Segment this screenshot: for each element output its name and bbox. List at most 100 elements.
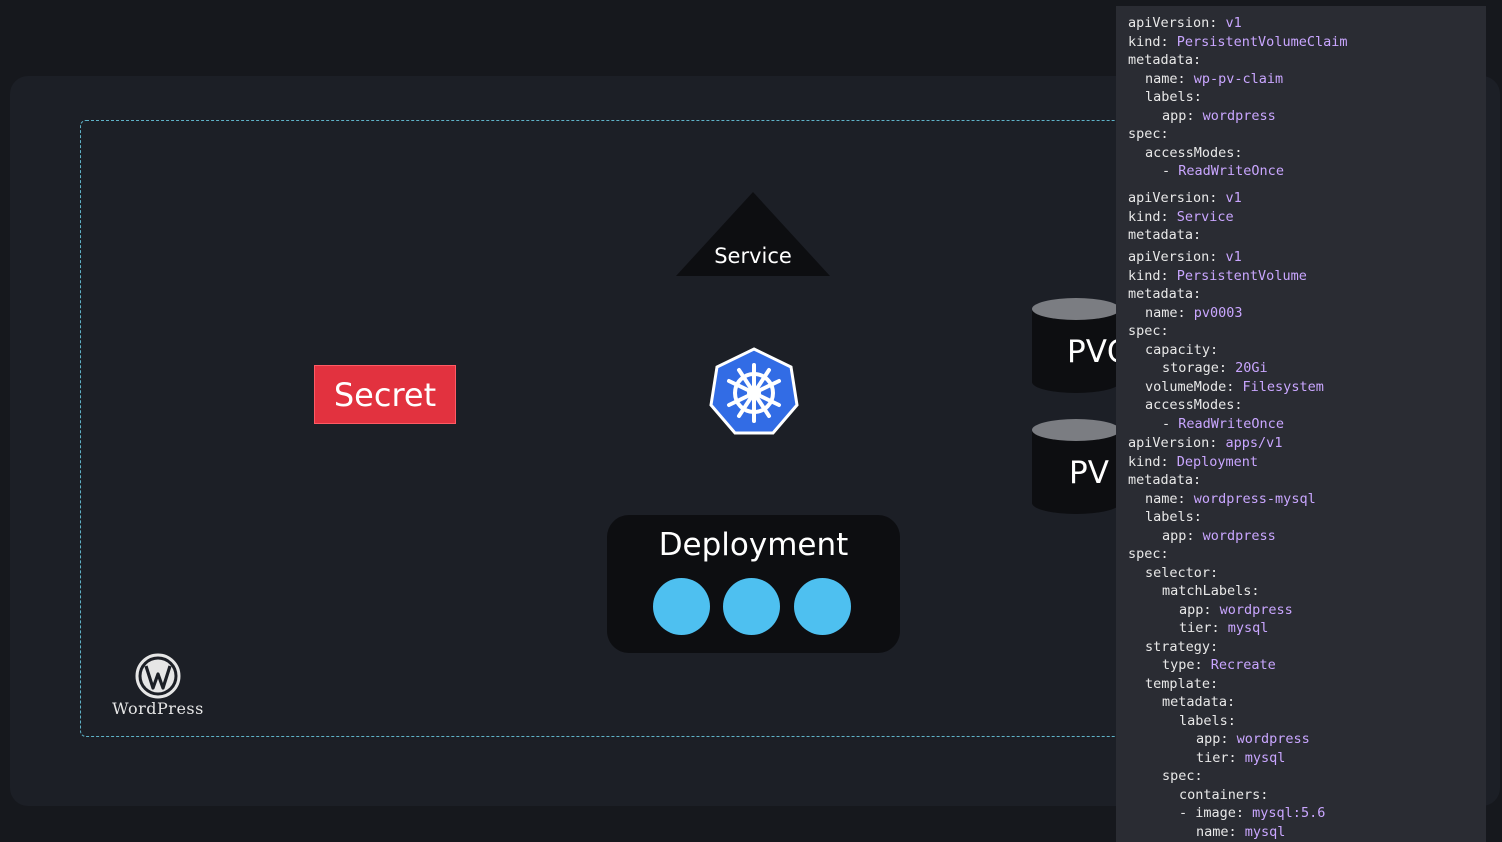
yaml-value: PersistentVolume xyxy=(1176,267,1307,284)
yaml-line: app: wordpress xyxy=(1179,601,1293,619)
yaml-value: wordpress xyxy=(1236,731,1310,747)
yaml-key: kind: xyxy=(1128,453,1169,470)
yaml-line: metadata: xyxy=(1162,693,1235,711)
yaml-key: name: xyxy=(1145,490,1186,507)
yaml-line: tier: mysql xyxy=(1196,749,1285,767)
yaml-key: app: xyxy=(1196,731,1229,747)
yaml-key: kind: xyxy=(1128,267,1169,284)
yaml-line: app: wordpress xyxy=(1162,107,1276,125)
yaml-key: app: xyxy=(1179,601,1212,618)
yaml-line: metadata: xyxy=(1128,226,1201,244)
cluster-boundary xyxy=(80,120,1140,737)
yaml-line: metadata: xyxy=(1128,285,1201,303)
yaml-value: wordpress xyxy=(1202,107,1276,124)
yaml-key: metadata: xyxy=(1128,227,1202,243)
yaml-line: kind: PersistentVolumeClaim xyxy=(1128,33,1347,51)
yaml-value: Recreate xyxy=(1210,657,1276,673)
yaml-key: - image: xyxy=(1179,805,1245,821)
wordpress-logo: WordPress xyxy=(106,652,210,720)
deployment-node: Deployment xyxy=(607,515,900,653)
yaml-key: metadata: xyxy=(1128,52,1202,68)
yaml-key: tier: xyxy=(1196,749,1237,766)
yaml-key: app: xyxy=(1162,107,1195,124)
yaml-value: wordpress xyxy=(1202,527,1276,544)
yaml-key: labels: xyxy=(1179,712,1236,729)
yaml-line: matchLabels: xyxy=(1162,582,1260,600)
yaml-line: spec: xyxy=(1162,767,1203,785)
yaml-line: capacity: xyxy=(1145,341,1218,359)
yaml-key: accessModes: xyxy=(1145,144,1243,161)
yaml-key: template: xyxy=(1145,675,1219,692)
yaml-line: accessModes: xyxy=(1145,144,1243,162)
yaml-value: mysql xyxy=(1227,620,1269,636)
yaml-line: labels: xyxy=(1179,712,1236,730)
yaml-key: kind: xyxy=(1128,33,1169,50)
yaml-value: apps/v1 xyxy=(1225,435,1283,451)
yaml-line: metadata: xyxy=(1128,51,1201,69)
service-node: Service xyxy=(676,192,830,278)
pvc-cylinder: PVC xyxy=(1031,296,1129,394)
yaml-value: v1 xyxy=(1225,249,1242,265)
yaml-value: 20Gi xyxy=(1235,360,1268,376)
yaml-value: wp-pv-claim xyxy=(1193,70,1284,87)
yaml-value: pv0003 xyxy=(1193,304,1243,321)
wordpress-icon xyxy=(135,653,181,699)
yaml-key: - xyxy=(1162,163,1171,179)
yaml-value: Service xyxy=(1176,208,1234,225)
pod-circle xyxy=(794,578,851,635)
yaml-key: containers: xyxy=(1179,786,1269,803)
yaml-line: apiVersion: v1 xyxy=(1128,14,1242,32)
yaml-line: - image: mysql:5.6 xyxy=(1179,804,1325,822)
yaml-line: metadata: xyxy=(1128,471,1201,489)
yaml-value: wordpress-mysql xyxy=(1193,490,1316,507)
yaml-value: mysql:5.6 xyxy=(1252,805,1326,821)
yaml-key: spec: xyxy=(1128,323,1169,339)
yaml-line: - ReadWriteOnce xyxy=(1162,162,1284,180)
yaml-line: - ReadWriteOnce xyxy=(1162,415,1284,433)
yaml-value: Deployment xyxy=(1176,453,1259,470)
yaml-line: accessModes: xyxy=(1145,396,1243,414)
deployment-label: Deployment xyxy=(658,527,849,563)
yaml-line: app: wordpress xyxy=(1196,730,1310,748)
yaml-key: accessModes: xyxy=(1145,397,1243,413)
yaml-line: kind: Service xyxy=(1128,208,1234,226)
yaml-key: apiVersion: xyxy=(1128,15,1218,31)
yaml-line: type: Recreate xyxy=(1162,656,1276,674)
yaml-value: mysql xyxy=(1244,823,1286,840)
yaml-key: spec: xyxy=(1162,768,1203,784)
yaml-value: mysql xyxy=(1244,749,1286,766)
yaml-key: matchLabels: xyxy=(1162,583,1260,599)
yaml-line: storage: 20Gi xyxy=(1162,359,1268,377)
yaml-key: name: xyxy=(1145,304,1186,321)
yaml-key: labels: xyxy=(1145,509,1202,525)
yaml-line: name: mysql xyxy=(1196,823,1285,841)
yaml-line: spec: xyxy=(1128,125,1169,143)
yaml-value: ReadWriteOnce xyxy=(1178,415,1284,432)
pod-circle xyxy=(653,578,710,635)
yaml-line: name: wordpress-mysql xyxy=(1145,490,1316,508)
pod-circle xyxy=(723,578,780,635)
yaml-line: spec: xyxy=(1128,545,1169,563)
yaml-key: capacity: xyxy=(1145,341,1219,358)
yaml-line: apiVersion: v1 xyxy=(1128,248,1242,266)
yaml-line: template: xyxy=(1145,675,1218,693)
yaml-line: name: wp-pv-claim xyxy=(1145,70,1283,88)
yaml-code-panel: apiVersion: v1 kind: PersistentVolumeClai… xyxy=(1116,6,1486,842)
secret-label: Secret xyxy=(333,375,437,414)
yaml-line: kind: Deployment xyxy=(1128,453,1258,471)
yaml-key: selector: xyxy=(1145,564,1219,581)
yaml-key: volumeMode: xyxy=(1145,378,1235,395)
yaml-key: type: xyxy=(1162,657,1203,673)
yaml-value: Filesystem xyxy=(1242,378,1324,395)
yaml-line: volumeMode: Filesystem xyxy=(1145,378,1324,396)
yaml-key: spec: xyxy=(1128,126,1169,142)
yaml-line: labels: xyxy=(1145,508,1202,526)
yaml-key: name: xyxy=(1145,70,1186,87)
yaml-value: wordpress xyxy=(1219,601,1293,618)
yaml-key: app: xyxy=(1162,527,1195,544)
kubernetes-icon xyxy=(709,347,799,435)
yaml-line: apiVersion: apps/v1 xyxy=(1128,434,1282,452)
yaml-line: app: wordpress xyxy=(1162,527,1276,545)
yaml-key: strategy: xyxy=(1145,638,1219,655)
yaml-line: spec: xyxy=(1128,322,1169,340)
